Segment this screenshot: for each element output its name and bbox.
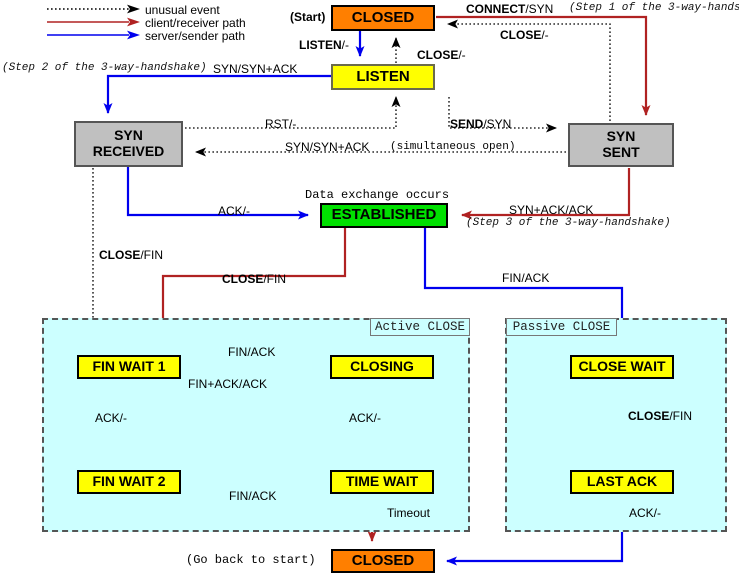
label-close-none-listen-action: /-: [458, 48, 466, 62]
legend-line-server: [47, 30, 140, 40]
label-listen-none-event: LISTEN: [299, 38, 342, 52]
passive-close-zone: [505, 318, 727, 532]
label-close-none-synsent-action: /-: [541, 28, 549, 42]
state-closed-top[interactable]: CLOSED: [331, 5, 435, 31]
syn-sent-line2: SENT: [602, 144, 640, 160]
annotation-step2: (Step 2 of the 3-way-handshake): [2, 62, 207, 74]
state-syn-received[interactable]: SYN RECEIVED: [74, 121, 183, 167]
annotation-step3: (Step 3 of the 3-way-handshake): [466, 217, 671, 229]
label-fin-ack-closing: FIN/ACK: [228, 345, 276, 359]
edge-listen-synrcvd: [103, 74, 331, 114]
label-send-syn-action: /SYN: [483, 117, 512, 131]
syn-received-line1: SYN: [114, 127, 143, 144]
label-listen-none-action: /-: [341, 38, 350, 52]
state-established[interactable]: ESTABLISHED: [320, 203, 448, 228]
syn-sent-line1: SYN: [606, 128, 636, 145]
label-timeout: Timeout: [387, 506, 430, 520]
label-listen-none: LISTEN/-: [299, 38, 349, 52]
label-close-fin-established-event: CLOSE: [222, 272, 264, 286]
label-ack-none-closing: ACK/-: [349, 411, 382, 425]
label-close-fin-synrcvd-action: /FIN: [140, 248, 164, 262]
state-closing[interactable]: CLOSING: [330, 355, 434, 379]
label-ack-none-established: ACK/-: [218, 204, 251, 218]
label-syn-synack-simultaneous: SYN/SYN+ACK: [285, 140, 370, 154]
label-fin-ack-ack: FIN+ACK/ACK: [188, 377, 268, 391]
annotation-step1: (Step 1 of the 3-way-handshake): [569, 2, 739, 14]
label-ack-none-lastack: ACK/-: [629, 506, 662, 520]
legend-label-server: server/sender path: [145, 29, 246, 43]
state-time-wait[interactable]: TIME WAIT: [330, 470, 434, 494]
active-close-label: Active CLOSE: [370, 318, 470, 336]
label-close-none-listen-event: CLOSE: [417, 48, 459, 62]
label-close-none-listen: CLOSE/-: [417, 48, 466, 62]
label-close-none-synsent-event: CLOSE: [500, 28, 542, 42]
state-fin-wait-2[interactable]: FIN WAIT 2: [77, 470, 181, 494]
label-close-fin-synrcvd: CLOSE/FIN: [99, 248, 163, 262]
label-fin-ack-finwait2: FIN/ACK: [229, 489, 277, 503]
label-close-fin-synrcvd-event: CLOSE: [99, 248, 141, 262]
state-close-wait[interactable]: CLOSE WAIT: [570, 355, 674, 379]
annotation-simultaneous-open: (simultaneous open): [390, 141, 516, 153]
legend-label-client: client/receiver path: [145, 16, 246, 30]
annotation-go-back: (Go back to start): [186, 553, 316, 567]
tcp-state-diagram: Active CLOSE Passive CLOSE CLOSED LISTEN…: [0, 0, 739, 574]
state-fin-wait-1[interactable]: FIN WAIT 1: [77, 355, 181, 379]
label-close-fin-closewait-action: /FIN: [669, 409, 693, 423]
label-send-syn-event: SEND: [450, 117, 484, 131]
label-rst-none: RST/-: [265, 117, 297, 131]
state-last-ack[interactable]: LAST ACK: [570, 470, 674, 494]
label-connect-syn: CONNECT/SYN: [466, 2, 553, 16]
annotation-start: (Start): [290, 10, 326, 24]
label-synack-ack: SYN+ACK/ACK: [509, 203, 594, 217]
label-close-fin-closewait-event: CLOSE: [628, 409, 670, 423]
label-fin-ack-closewait: FIN/ACK: [502, 271, 550, 285]
label-send-syn: SEND/SYN: [450, 117, 511, 131]
annotation-data-exchange: Data exchange occurs: [305, 188, 450, 202]
passive-close-label: Passive CLOSE: [506, 318, 617, 336]
label-connect-syn-event: CONNECT: [466, 2, 526, 16]
label-ack-none-finwait: ACK/-: [95, 411, 128, 425]
label-connect-syn-action: /SYN: [525, 2, 554, 16]
label-close-none-synsent: CLOSE/-: [500, 28, 549, 42]
syn-received-line2: RECEIVED: [92, 143, 165, 159]
legend-line-unusual: [47, 4, 140, 14]
label-close-fin-established-action: /FIN: [263, 272, 287, 286]
state-listen[interactable]: LISTEN: [331, 64, 435, 90]
label-close-fin-closewait: CLOSE/FIN: [628, 409, 692, 423]
state-syn-sent[interactable]: SYN SENT: [568, 123, 674, 167]
legend-line-client: [47, 17, 140, 27]
state-closed-bottom[interactable]: CLOSED: [331, 549, 435, 573]
label-syn-synack: SYN/SYN+ACK: [213, 62, 298, 76]
legend-label-unusual: unusual event: [145, 3, 220, 17]
label-close-fin-established: CLOSE/FIN: [222, 272, 286, 286]
